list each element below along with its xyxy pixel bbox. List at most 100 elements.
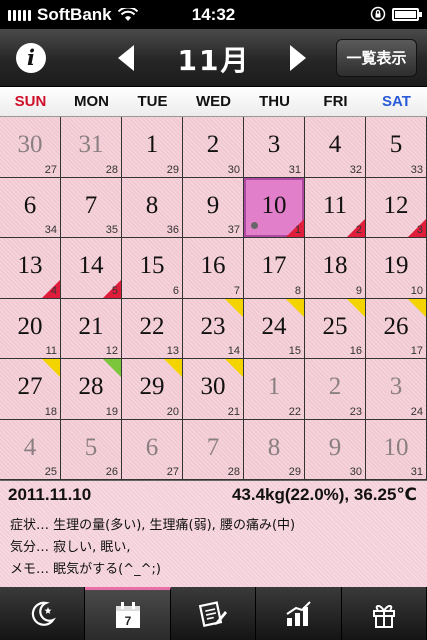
calendar-day-cell[interactable]: 18 9 <box>305 238 366 299</box>
prev-month-icon[interactable] <box>118 45 134 71</box>
day-number: 29 <box>139 373 165 400</box>
calendar-day-cell[interactable]: 8 36 <box>122 177 183 238</box>
weekday-header: SUN MON TUE WED THU FRI SAT <box>0 87 427 117</box>
calendar-day-cell[interactable]: 22 13 <box>122 298 183 359</box>
calendar-day-cell[interactable]: 20 11 <box>0 298 61 359</box>
calendar-day-cell[interactable]: 30 21 <box>183 359 244 420</box>
calendar-day-cell[interactable]: 6 27 <box>122 419 183 480</box>
day-number: 19 <box>383 252 409 279</box>
calendar-day-cell[interactable]: 1 29 <box>122 117 183 178</box>
day-number: 5 <box>84 433 98 461</box>
day-number: 6 <box>145 433 159 461</box>
cycle-day-number: 27 <box>44 163 57 176</box>
tab-bar: 7 <box>0 587 427 640</box>
calendar-day-cell[interactable]: 17 8 <box>244 238 305 299</box>
calendar-day-cell[interactable]: 4 25 <box>0 419 61 480</box>
calendar-day-cell[interactable]: 23 14 <box>183 298 244 359</box>
calendar-day-cell[interactable]: 21 12 <box>61 298 122 359</box>
month-title: 11月 <box>177 44 251 77</box>
calendar-day-cell[interactable]: 9 37 <box>183 177 244 238</box>
calendar-day-cell[interactable]: 3 31 <box>244 117 305 178</box>
tab-moon[interactable] <box>0 587 86 640</box>
calendar-day-cell[interactable]: 1 22 <box>244 359 305 420</box>
status-bar: SoftBank 14:32 <box>0 0 427 29</box>
calendar-day-cell[interactable]: 13 4 <box>0 238 61 299</box>
calendar-day-cell[interactable]: 25 16 <box>305 298 366 359</box>
weekday-sat: SAT <box>382 93 411 110</box>
calendar-day-cell[interactable]: 12 3 <box>366 177 427 238</box>
calendar-day-cell[interactable]: 8 29 <box>244 419 305 480</box>
cycle-day-number: 30 <box>227 163 240 176</box>
calendar-day-cell[interactable]: 3 24 <box>366 359 427 420</box>
cycle-day-number: 5 <box>111 284 118 297</box>
cycle-day-number: 29 <box>166 163 179 176</box>
day-number: 3 <box>389 373 403 400</box>
calendar-icon: 7 <box>115 602 140 628</box>
calendar-day-cell[interactable]: 24 15 <box>244 298 305 359</box>
cycle-day-number: 24 <box>410 405 423 418</box>
day-number: 4 <box>328 131 342 158</box>
cycle-day-number: 35 <box>105 224 118 236</box>
tab-graph[interactable] <box>256 587 342 640</box>
cycle-day-number: 26 <box>105 466 118 478</box>
day-number: 2 <box>328 373 342 400</box>
tab-calendar[interactable]: 7 <box>85 587 171 640</box>
tab-notes[interactable] <box>171 587 257 640</box>
calendar-day-cell[interactable]: 11 2 <box>305 177 366 238</box>
day-number: 11 <box>322 191 348 219</box>
calendar-day-cell[interactable]: 29 20 <box>122 359 183 420</box>
day-number: 17 <box>261 252 287 279</box>
tab-gift[interactable] <box>342 587 427 640</box>
gift-icon <box>372 604 395 628</box>
calendar-day-cell[interactable]: 14 5 <box>61 238 122 299</box>
info-icon[interactable]: i <box>16 43 46 73</box>
cycle-day-number: 21 <box>227 405 240 418</box>
weekday-wed: WED <box>196 93 231 110</box>
cycle-day-number: 13 <box>166 345 179 357</box>
cycle-day-number: 31 <box>288 163 301 176</box>
calendar-day-cell[interactable]: 26 17 <box>366 298 427 359</box>
calendar-day-cell[interactable]: 30 27 <box>0 117 61 178</box>
cycle-day-number: 30 <box>349 466 362 478</box>
next-month-icon[interactable] <box>290 45 306 71</box>
note-edit-icon <box>198 600 228 627</box>
day-number: 25 <box>322 312 348 340</box>
calendar-day-cell[interactable]: 28 19 <box>61 359 122 420</box>
day-number: 6 <box>23 191 37 219</box>
calendar-day-cell[interactable]: 31 28 <box>61 117 122 178</box>
calendar-day-cell[interactable]: 15 6 <box>122 238 183 299</box>
calendar-day-cell[interactable]: 4 32 <box>305 117 366 178</box>
calendar-day-cell[interactable]: 27 18 <box>0 359 61 420</box>
day-number: 1 <box>145 131 159 158</box>
calendar-day-cell[interactable]: 9 30 <box>305 419 366 480</box>
day-number: 18 <box>322 252 348 279</box>
weekday-mon: MON <box>74 93 109 110</box>
calendar-day-cell[interactable]: 2 23 <box>305 359 366 420</box>
calendar-day-cell[interactable]: 7 35 <box>61 177 122 238</box>
calendar-day-cell[interactable]: 6 34 <box>0 177 61 238</box>
detail-symptoms: 症状… 生理の量(多い), 生理痛(弱), 腰の痛み(中) <box>10 518 296 533</box>
calendar-icon-label: 7 <box>124 614 131 628</box>
cycle-day-number: 25 <box>44 466 57 478</box>
day-number: 26 <box>383 312 409 340</box>
day-number: 30 <box>17 131 43 158</box>
cycle-day-number: 15 <box>288 345 301 357</box>
day-number: 30 <box>200 373 226 400</box>
battery-icon <box>392 7 422 21</box>
calendar-day-cell[interactable]: 5 26 <box>61 419 122 480</box>
calendar-day-cell[interactable]: 7 28 <box>183 419 244 480</box>
list-view-button[interactable]: 一覧表示 <box>336 39 417 77</box>
day-number: 12 <box>383 191 409 219</box>
calendar-day-cell[interactable]: 2 30 <box>183 117 244 178</box>
rotation-lock-icon <box>370 6 386 22</box>
weekday-fri: FRI <box>323 93 348 110</box>
calendar-day-cell[interactable]: 10 1 <box>244 177 305 238</box>
calendar-day-cell[interactable]: 5 33 <box>366 117 427 178</box>
calendar-day-cell[interactable]: 19 10 <box>366 238 427 299</box>
calendar-day-cell[interactable]: 16 7 <box>183 238 244 299</box>
status-right <box>370 6 422 22</box>
day-number: 13 <box>17 252 43 279</box>
calendar-day-cell[interactable]: 10 31 <box>366 419 427 480</box>
cycle-day-number: 22 <box>288 405 301 418</box>
day-number: 9 <box>206 191 220 219</box>
